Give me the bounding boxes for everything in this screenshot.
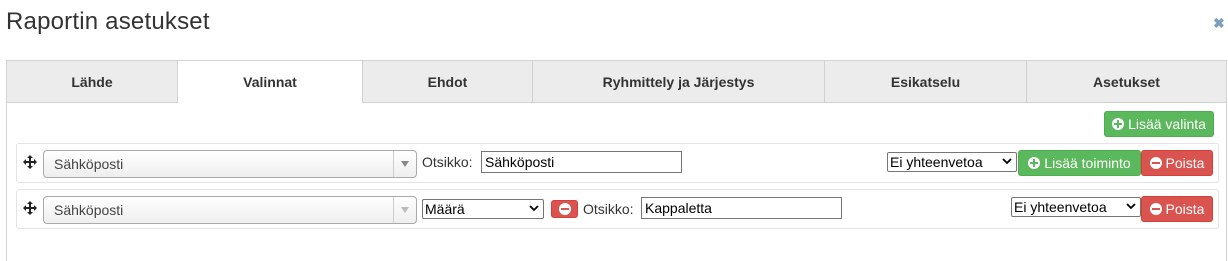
- minus-circle-icon: [558, 203, 571, 215]
- remove-button[interactable]: Poista: [1141, 196, 1213, 222]
- close-icon[interactable]: ✖: [1213, 15, 1228, 31]
- settings-panel: Lähde Valinnat Ehdot Ryhmittely ja Järje…: [6, 60, 1227, 261]
- field-select-value: Sähköposti: [54, 202, 124, 218]
- selection-row: Sähköposti Määrä Otsikko: Kappaletta Ei …: [16, 189, 1219, 229]
- minus-circle-icon: [1149, 203, 1162, 215]
- minus-circle-icon: [1149, 157, 1162, 169]
- selection-row: Sähköposti Otsikko: Sähköposti Ei yhteen…: [16, 143, 1219, 183]
- add-selection-button[interactable]: Lisää valinta: [1104, 111, 1214, 137]
- remove-function-button[interactable]: [551, 200, 578, 218]
- add-selection-label: Lisää valinta: [1128, 116, 1206, 132]
- plus-circle-icon: [1112, 118, 1125, 130]
- move-icon[interactable]: [22, 154, 38, 170]
- title-label: Otsikko:: [422, 154, 473, 170]
- title-input[interactable]: Kappaletta: [641, 197, 842, 219]
- dropdown-arrow-icon: [393, 151, 416, 177]
- function-select[interactable]: Määrä: [422, 199, 544, 219]
- field-select[interactable]: Sähköposti: [43, 150, 417, 178]
- title-input[interactable]: Sähköposti: [481, 151, 682, 173]
- tab-ryhmittely[interactable]: Ryhmittely ja Järjestys: [533, 61, 825, 103]
- dialog-title: Raportin asetukset: [6, 8, 210, 35]
- remove-label: Poista: [1165, 201, 1205, 217]
- dropdown-arrow-icon: [393, 197, 416, 223]
- add-action-label: Lisää toiminto: [1044, 155, 1131, 171]
- tab-bar: Lähde Valinnat Ehdot Ryhmittely ja Järje…: [7, 61, 1226, 103]
- tab-asetukset[interactable]: Asetukset: [1027, 61, 1226, 103]
- function-select-value: Määrä: [425, 201, 465, 217]
- field-select-value: Sähköposti: [54, 156, 124, 172]
- field-select[interactable]: Sähköposti: [43, 196, 417, 224]
- title-label: Otsikko:: [583, 201, 634, 217]
- chevron-down-icon: [529, 205, 539, 212]
- summary-select-value: Ei yhteenvetoa: [1014, 199, 1107, 215]
- tab-esikatselu[interactable]: Esikatselu: [825, 61, 1027, 103]
- add-action-button[interactable]: Lisää toiminto: [1018, 150, 1141, 176]
- chevron-down-icon: [1002, 158, 1012, 165]
- summary-select[interactable]: Ei yhteenvetoa: [887, 152, 1017, 172]
- tab-lahde[interactable]: Lähde: [7, 61, 178, 103]
- plus-circle-icon: [1028, 157, 1041, 169]
- summary-select-value: Ei yhteenvetoa: [890, 154, 983, 170]
- tab-valinnat[interactable]: Valinnat: [178, 61, 363, 103]
- remove-button[interactable]: Poista: [1141, 150, 1213, 176]
- tab-ehdot[interactable]: Ehdot: [363, 61, 533, 103]
- summary-select[interactable]: Ei yhteenvetoa: [1011, 197, 1141, 217]
- remove-label: Poista: [1165, 155, 1205, 171]
- chevron-down-icon: [1126, 203, 1136, 210]
- move-icon[interactable]: [22, 200, 38, 216]
